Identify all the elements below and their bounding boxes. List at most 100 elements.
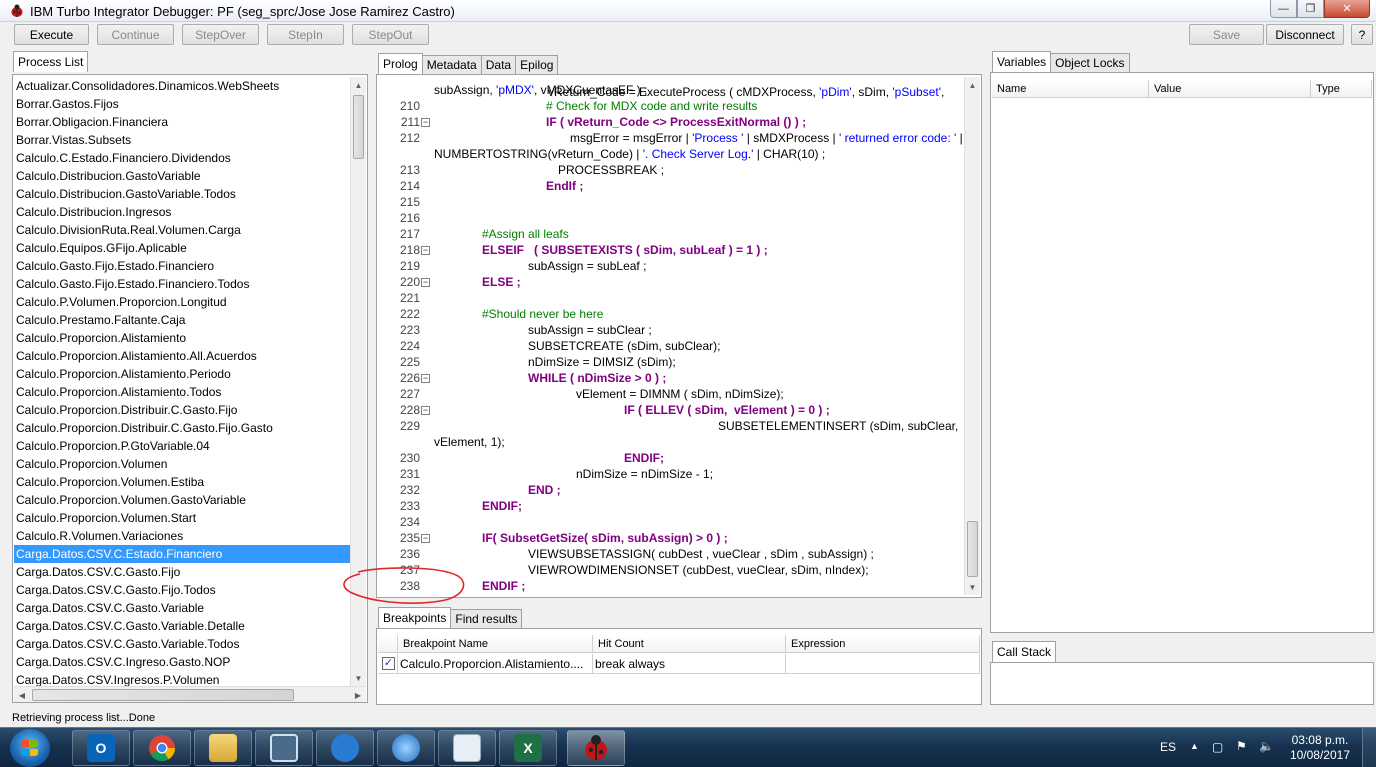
fold-toggle-icon[interactable]: − bbox=[421, 534, 430, 543]
help-button[interactable]: ? bbox=[1351, 24, 1373, 45]
process-list-item[interactable]: Carga.Datos.CSV.C.Gasto.Variable bbox=[14, 599, 350, 617]
stepout-button[interactable]: StepOut bbox=[352, 24, 429, 45]
tab-process-list[interactable]: Process List bbox=[13, 51, 89, 72]
column-header-breakpoint-name[interactable]: Breakpoint Name bbox=[398, 635, 593, 653]
process-list-item[interactable]: Carga.Datos.CSV.C.Estado.Financiero bbox=[14, 545, 350, 563]
tab-data[interactable]: Data bbox=[480, 55, 517, 74]
taskbar-ti-debugger[interactable] bbox=[567, 730, 625, 766]
fold-toggle-icon[interactable]: − bbox=[421, 118, 430, 127]
process-list-item[interactable]: Calculo.Distribucion.Ingresos bbox=[14, 203, 350, 221]
stepin-button[interactable]: StepIn bbox=[267, 24, 344, 45]
scroll-thumb[interactable] bbox=[353, 95, 364, 159]
disconnect-button[interactable]: Disconnect bbox=[1266, 24, 1344, 45]
column-header-value[interactable]: Value bbox=[1149, 80, 1311, 98]
tab-prolog[interactable]: Prolog bbox=[378, 53, 423, 74]
breakpoint-expression-cell[interactable] bbox=[786, 654, 980, 674]
taskbar-app-7[interactable] bbox=[438, 730, 496, 766]
column-header-hit-count[interactable]: Hit Count bbox=[593, 635, 786, 653]
taskbar-excel[interactable]: X bbox=[499, 730, 557, 766]
column-header-type[interactable]: Type bbox=[1311, 80, 1372, 98]
taskbar-explorer[interactable] bbox=[194, 730, 252, 766]
process-list-item[interactable]: Borrar.Gastos.Fijos bbox=[14, 95, 350, 113]
process-list-item[interactable]: Calculo.Proporcion.Volumen.Estiba bbox=[14, 473, 350, 491]
process-list-item[interactable]: Calculo.Proporcion.Volumen.GastoVariable bbox=[14, 491, 350, 509]
column-header-name[interactable]: Name bbox=[992, 80, 1149, 98]
scroll-up-icon[interactable]: ▲ bbox=[965, 77, 980, 93]
process-list-item[interactable]: Calculo.R.Volumen.Variaciones bbox=[14, 527, 350, 545]
network-tray-icon[interactable]: ▢ bbox=[1212, 740, 1223, 767]
breakpoint-enabled-checkbox[interactable]: ✓ bbox=[382, 657, 395, 670]
minimize-button[interactable]: — bbox=[1270, 0, 1297, 18]
save-button[interactable]: Save bbox=[1189, 24, 1264, 45]
tab-breakpoints[interactable]: Breakpoints bbox=[378, 607, 452, 628]
fold-toggle-icon[interactable]: − bbox=[421, 406, 430, 415]
process-list-item[interactable]: Calculo.Proporcion.Volumen.Start bbox=[14, 509, 350, 527]
process-list-item[interactable]: Carga.Datos.CSV.C.Gasto.Fijo bbox=[14, 563, 350, 581]
language-indicator[interactable]: ES bbox=[1160, 740, 1176, 767]
tab-object-locks[interactable]: Object Locks bbox=[1050, 53, 1130, 72]
scroll-right-icon[interactable]: ▶ bbox=[350, 687, 366, 703]
fold-toggle-icon[interactable]: − bbox=[421, 278, 430, 287]
execute-button[interactable]: Execute bbox=[14, 24, 89, 45]
process-list-item[interactable]: Calculo.Equipos.GFijo.Aplicable bbox=[14, 239, 350, 257]
show-hidden-icons-icon[interactable]: ▲ bbox=[1190, 741, 1199, 767]
scroll-down-icon[interactable]: ▼ bbox=[351, 670, 366, 686]
editor-vscrollbar[interactable]: ▲ ▼ bbox=[964, 77, 980, 595]
process-list-item[interactable]: Calculo.DivisionRuta.Real.Volumen.Carga bbox=[14, 221, 350, 239]
scroll-up-icon[interactable]: ▲ bbox=[351, 77, 366, 93]
close-button[interactable]: ✕ bbox=[1324, 0, 1370, 18]
process-list-item[interactable]: Calculo.Distribucion.GastoVariable bbox=[14, 167, 350, 185]
process-list-item[interactable]: Calculo.P.Volumen.Proporcion.Longitud bbox=[14, 293, 350, 311]
process-list-item[interactable]: Calculo.Proporcion.P.GtoVariable.04 bbox=[14, 437, 350, 455]
process-list-item[interactable]: Carga.Datos.CSV.C.Ingreso.Gasto.NOP bbox=[14, 653, 350, 671]
process-list-hscrollbar[interactable]: ◀ ▶ bbox=[14, 686, 366, 702]
taskbar-app-6[interactable] bbox=[377, 730, 435, 766]
scroll-down-icon[interactable]: ▼ bbox=[965, 579, 980, 595]
scroll-left-icon[interactable]: ◀ bbox=[14, 687, 30, 703]
tab-metadata[interactable]: Metadata bbox=[421, 55, 482, 74]
process-list-item[interactable]: Calculo.Distribucion.GastoVariable.Todos bbox=[14, 185, 350, 203]
hscroll-thumb[interactable] bbox=[32, 689, 294, 701]
taskbar-app-5[interactable] bbox=[316, 730, 374, 766]
start-button[interactable] bbox=[10, 729, 50, 767]
process-list-item[interactable]: Calculo.Prestamo.Faltante.Caja bbox=[14, 311, 350, 329]
tab-variables[interactable]: Variables bbox=[992, 51, 1052, 72]
process-list-item[interactable]: Borrar.Obligacion.Financiera bbox=[14, 113, 350, 131]
process-list-item[interactable]: Actualizar.Consolidadores.Dinamicos.WebS… bbox=[14, 77, 350, 95]
fold-toggle-icon[interactable]: − bbox=[421, 374, 430, 383]
process-list-item[interactable]: Carga.Datos.CSV.C.Gasto.Fijo.Todos bbox=[14, 581, 350, 599]
code-editor[interactable]: vReturn_Code = ExecuteProcess ( cMDXProc… bbox=[378, 77, 965, 595]
volume-icon[interactable]: 🔈 bbox=[1259, 739, 1274, 767]
continue-button[interactable]: Continue bbox=[97, 24, 174, 45]
process-list-item[interactable]: Carga.Datos.CSV.C.Gasto.Variable.Detalle bbox=[14, 617, 350, 635]
taskbar-app-4[interactable] bbox=[255, 730, 313, 766]
process-list-item[interactable]: Calculo.Gasto.Fijo.Estado.Financiero bbox=[14, 257, 350, 275]
process-list-item[interactable]: Calculo.C.Estado.Financiero.Dividendos bbox=[14, 149, 350, 167]
stepover-button[interactable]: StepOver bbox=[182, 24, 259, 45]
process-list-item[interactable]: Calculo.Gasto.Fijo.Estado.Financiero.Tod… bbox=[14, 275, 350, 293]
process-list-item[interactable]: Carga.Datos.CSV.Ingresos.P.Volumen bbox=[14, 671, 350, 686]
process-list-item[interactable]: Calculo.Proporcion.Volumen bbox=[14, 455, 350, 473]
process-list-item[interactable]: Calculo.Proporcion.Alistamiento.Periodo bbox=[14, 365, 350, 383]
fold-toggle-icon[interactable]: − bbox=[421, 246, 430, 255]
tab-epilog[interactable]: Epilog bbox=[515, 55, 559, 74]
taskbar-chrome[interactable] bbox=[133, 730, 191, 766]
process-list-item[interactable]: Calculo.Proporcion.Distribuir.C.Gasto.Fi… bbox=[14, 401, 350, 419]
tab-call-stack[interactable]: Call Stack bbox=[992, 641, 1057, 662]
code-line: 236 VIEWSUBSETASSIGN( cubDest , vueClear … bbox=[378, 546, 965, 562]
flag-icon[interactable]: ⚑ bbox=[1236, 739, 1247, 767]
process-list-item[interactable]: Calculo.Proporcion.Alistamiento bbox=[14, 329, 350, 347]
process-list-item[interactable]: Calculo.Proporcion.Alistamiento.All.Acue… bbox=[14, 347, 350, 365]
maximize-button[interactable]: ❐ bbox=[1297, 0, 1324, 18]
show-desktop-button[interactable] bbox=[1362, 728, 1376, 767]
process-list-item[interactable]: Carga.Datos.CSV.C.Gasto.Variable.Todos bbox=[14, 635, 350, 653]
clock[interactable]: 03:08 p.m. 10/08/2017 bbox=[1290, 733, 1350, 763]
scroll-thumb[interactable] bbox=[967, 521, 978, 577]
breakpoint-name-cell[interactable]: Calculo.Proporcion.Alistamiento.... bbox=[398, 654, 593, 674]
column-header-expression[interactable]: Expression bbox=[786, 635, 980, 653]
process-list-item[interactable]: Borrar.Vistas.Subsets bbox=[14, 131, 350, 149]
breakpoint-hit-count-cell[interactable]: break always bbox=[593, 654, 786, 674]
taskbar-outlook[interactable]: O bbox=[72, 730, 130, 766]
process-list-item[interactable]: Calculo.Proporcion.Distribuir.C.Gasto.Fi… bbox=[14, 419, 350, 437]
process-list-item[interactable]: Calculo.Proporcion.Alistamiento.Todos bbox=[14, 383, 350, 401]
